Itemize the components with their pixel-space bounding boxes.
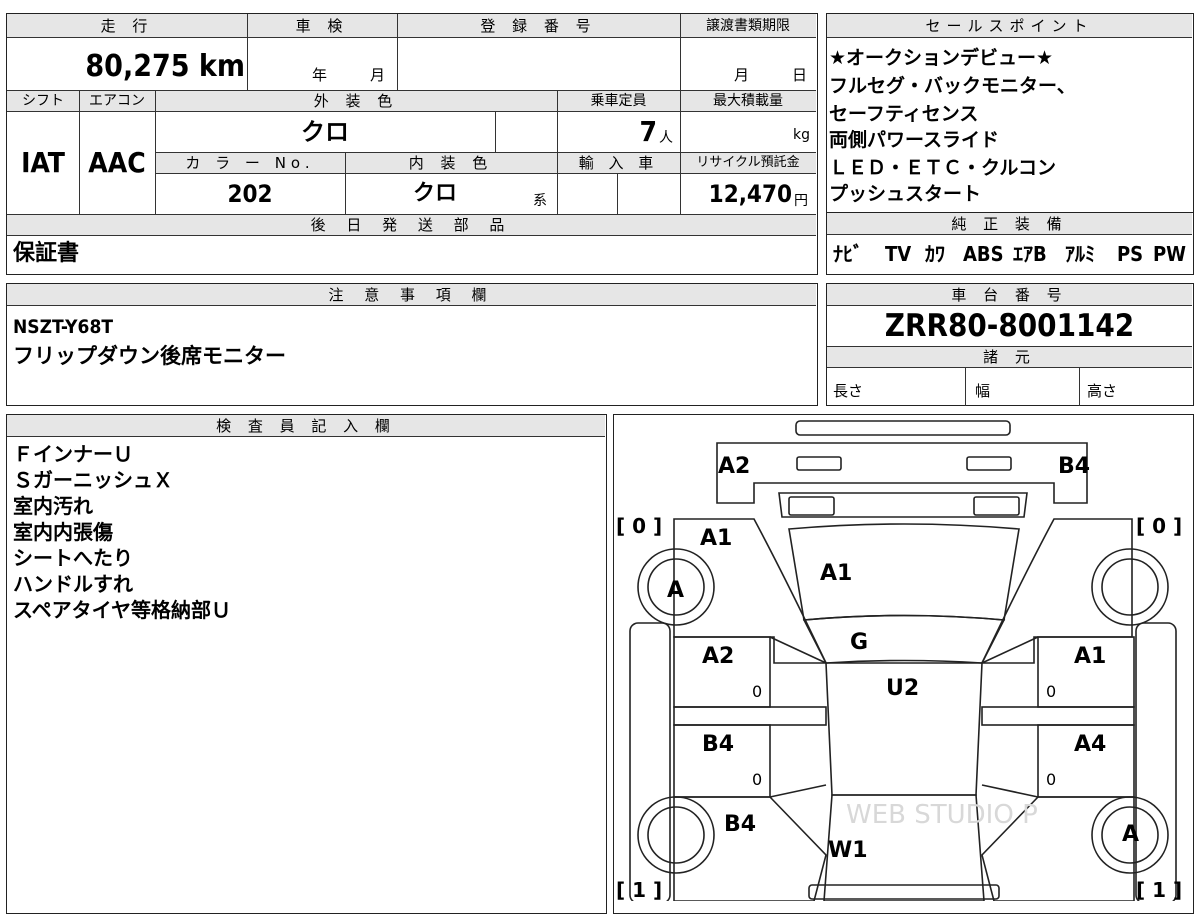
inspector-line: ＦインナーＵ	[13, 442, 133, 466]
chassis-number: ZRR80-8001142	[884, 308, 1135, 344]
watermark: WEB STUDIO P	[846, 800, 1038, 830]
chassis-header: 車 台 番 号	[951, 286, 1068, 304]
capacity-header: 乗車定員	[590, 93, 647, 109]
mileage-value: 80,275 km	[85, 49, 245, 84]
transfer-day-unit: 日	[792, 66, 808, 84]
height-label: 高さ	[1087, 382, 1118, 400]
inspector-header: 検 査 員 記 入 欄	[216, 417, 396, 435]
ac-value: AAC	[88, 146, 146, 179]
inspector-panel: 検 査 員 記 入 欄 ＦインナーＵ ＳガーニッシュＸ 室内汚れ 室内内張傷 シ…	[6, 414, 607, 914]
label-wheel-fl: A	[667, 578, 684, 603]
inspector-line: 室内汚れ	[13, 494, 93, 518]
later-parts-value: 保証書	[13, 241, 80, 266]
color-no-header: カ ラ ー No.	[185, 154, 315, 172]
equip-alloy: ｱﾙﾐ	[1065, 242, 1095, 266]
mileage-header: 走 行	[100, 17, 154, 35]
maxload-unit: kg	[793, 127, 810, 143]
car-diagram: A2 B4 A1 A1 A G U2 A2 A1 B4 A4 B4 W1 A 0…	[616, 420, 1182, 901]
int-color-suffix: 系	[533, 193, 547, 209]
inspector-line: ＳガーニッシュＸ	[13, 468, 173, 492]
shaken-header: 車 検	[295, 17, 349, 35]
notes-panel: 注 意 事 項 欄 NSZT-Y68T フリップダウン後席モニター	[6, 283, 818, 406]
maxload-header: 最大積載量	[713, 93, 783, 109]
spec-table: 走 行 車 検 登 録 番 号 譲渡書類期限 80,275 km 年 月 月 日…	[6, 13, 818, 275]
sales-point-panel: セールスポイント ★オークションデビュー★ フルセグ・バックモニター、 セーフテ…	[826, 13, 1194, 213]
label-door-fl: A2	[702, 644, 734, 669]
sales-line: フルセグ・バックモニター、	[829, 75, 1076, 97]
equip-navi: ﾅﾋﾞ	[833, 242, 863, 266]
equip-abs: ABS	[963, 242, 1004, 266]
zero-rr: 0	[1046, 770, 1056, 789]
sales-line: セーフティセンス	[829, 103, 979, 125]
notes-header: 注 意 事 項 欄	[328, 286, 495, 304]
length-label: 長さ	[833, 382, 864, 400]
registration-header: 登 録 番 号	[480, 17, 597, 35]
label-fender-left: A1	[700, 526, 732, 551]
bracket-top-left: [ 0 ]	[616, 514, 662, 538]
shift-value: IAT	[21, 146, 65, 179]
label-quarter-left: B4	[724, 812, 756, 837]
bracket-bottom-left: [ 1 ]	[616, 878, 662, 901]
ext-color-value: クロ	[301, 118, 349, 146]
int-color-header: 内 装 色	[408, 154, 494, 172]
equip-pw: PW	[1153, 242, 1187, 266]
notes-line-1: NSZT-Y68T	[13, 316, 114, 338]
equip-ps: PS	[1117, 242, 1144, 266]
equipment-header: 純 正 装 備	[951, 215, 1068, 233]
label-rear-glass: W1	[828, 838, 868, 863]
sales-line: ＬＥＤ・ＥＴＣ・クルコン	[829, 157, 1057, 179]
transfer-deadline-header: 譲渡書類期限	[706, 18, 790, 34]
zero-fl: 0	[752, 682, 762, 701]
inspector-line: シートへたり	[13, 546, 133, 570]
shaken-year-unit: 年	[312, 66, 328, 84]
capacity-unit: 人	[659, 130, 673, 146]
inspector-line: スペアタイヤ等格納部Ｕ	[13, 598, 231, 622]
zero-fr: 0	[1046, 682, 1056, 701]
recycle-header: リサイクル預託金	[696, 155, 800, 170]
recycle-value: 12,470	[708, 180, 792, 208]
ac-header: エアコン	[89, 93, 145, 109]
bracket-bottom-right: [ 1 ]	[1136, 878, 1182, 901]
sales-line: 両側パワースライド	[829, 129, 1000, 151]
label-front-left: A2	[718, 454, 750, 479]
label-door-fr: A1	[1074, 644, 1106, 669]
width-label: 幅	[975, 382, 991, 400]
inspector-line: ハンドルすれ	[13, 572, 133, 596]
equip-airbag: ｴｱB	[1013, 242, 1047, 266]
bracket-top-right: [ 0 ]	[1136, 514, 1182, 538]
shaken-month-unit: 月	[370, 66, 386, 84]
later-parts-header: 後 日 発 送 部 品	[310, 216, 513, 234]
import-header: 輸 入 車	[578, 154, 659, 172]
ext-color-header: 外 装 色	[313, 92, 399, 110]
dimensions-header: 諸 元	[983, 348, 1036, 366]
capacity-value: 7	[639, 115, 657, 148]
label-front-right: B4	[1058, 454, 1090, 479]
shift-header: シフト	[22, 93, 64, 109]
car-diagram-panel: A2 B4 A1 A1 A G U2 A2 A1 B4 A4 B4 W1 A 0…	[613, 414, 1194, 914]
transfer-month-unit: 月	[734, 66, 750, 84]
equip-leather: ｶﾜ	[925, 242, 945, 266]
label-roof: U2	[886, 676, 919, 701]
label-door-rl: B4	[702, 732, 734, 757]
equip-tv: TV	[885, 242, 912, 266]
label-door-rr: A4	[1074, 732, 1106, 757]
inspector-line: 室内内張傷	[13, 520, 113, 544]
sales-point-header: セールスポイント	[925, 17, 1094, 35]
int-color-value: クロ	[412, 181, 457, 206]
equipment-panel: 純 正 装 備 ﾅﾋﾞ TV ｶﾜ ABS ｴｱB ｱﾙﾐ PS PW	[826, 212, 1194, 275]
label-windshield: G	[850, 630, 868, 655]
color-no-value: 202	[227, 180, 273, 208]
sales-line: プッシュスタート	[829, 183, 982, 205]
notes-line-2: フリップダウン後席モニター	[13, 344, 286, 368]
label-wheel-rr: A	[1122, 822, 1139, 847]
recycle-unit: 円	[794, 193, 808, 209]
label-hood: A1	[820, 561, 852, 586]
sales-line: ★オークションデビュー★	[829, 47, 1054, 69]
chassis-panel: 車 台 番 号 ZRR80-8001142 諸 元 長さ 幅 高さ	[826, 283, 1194, 406]
zero-rl: 0	[752, 770, 762, 789]
